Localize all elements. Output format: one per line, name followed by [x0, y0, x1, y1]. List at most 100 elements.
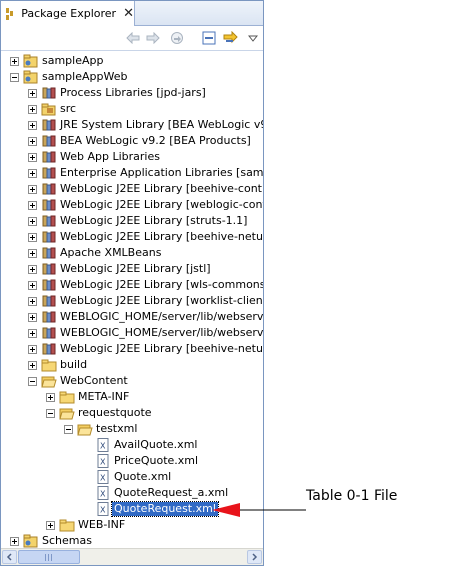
tree-item[interactable]: Process Libraries [jpd-jars] [1, 85, 263, 101]
collapse-icon[interactable] [46, 409, 55, 418]
xml-file-icon: X [95, 470, 111, 484]
callout-arrow [212, 503, 306, 517]
forward-icon[interactable] [145, 30, 161, 46]
collapse-icon[interactable] [64, 425, 73, 434]
expand-icon[interactable] [28, 297, 37, 306]
tree-item[interactable]: META-INF [1, 389, 263, 405]
tab-package-explorer[interactable]: Package Explorer ✕ [1, 1, 135, 26]
tree-item[interactable]: Schemas [1, 533, 263, 549]
tree-item[interactable]: WebLogic J2EE Library [jstl] [1, 261, 263, 277]
tree-item[interactable]: Apache XMLBeans [1, 245, 263, 261]
library-icon [41, 278, 57, 292]
tree-item[interactable]: WebLogic J2EE Library [weblogic-controls [1, 197, 263, 213]
expand-icon[interactable] [46, 393, 55, 402]
collapse-all-icon[interactable] [201, 30, 217, 46]
expand-icon[interactable] [46, 521, 55, 530]
tree-item-label: WebLogic J2EE Library [wls-commonslogg [60, 278, 264, 291]
expand-icon[interactable] [28, 361, 37, 370]
link-with-editor-icon[interactable] [223, 30, 239, 46]
horizontal-scrollbar[interactable] [1, 548, 263, 565]
tree-item[interactable]: WebLogic J2EE Library [beehive-netui-1.0 [1, 229, 263, 245]
expand-icon[interactable] [28, 281, 37, 290]
tree-item-label: META-INF [78, 390, 130, 403]
close-icon[interactable]: ✕ [123, 7, 134, 20]
tree-item-label: BEA WebLogic v9.2 [BEA Products] [60, 134, 251, 147]
library-icon [41, 198, 57, 212]
tree-item[interactable]: sampleApp [1, 53, 263, 69]
library-icon [41, 246, 57, 260]
tree-item[interactable]: testxml [1, 421, 263, 437]
library-icon [41, 214, 57, 228]
scroll-thumb[interactable] [18, 550, 80, 564]
tree-item[interactable]: WEBLOGIC_HOME/server/lib/webservices [1, 325, 263, 341]
tree-item[interactable]: Web App Libraries [1, 149, 263, 165]
tree-item[interactable]: Enterprise Application Libraries [sample… [1, 165, 263, 181]
tree-item[interactable]: X QuoteRequest_a.xml [1, 485, 263, 501]
tree-item[interactable]: WebLogic J2EE Library [beehive-controls- [1, 181, 263, 197]
collapse-icon[interactable] [10, 73, 19, 82]
expand-icon[interactable] [28, 217, 37, 226]
expand-icon[interactable] [28, 345, 37, 354]
scroll-right-icon[interactable] [247, 550, 262, 564]
tree-item-label: JRE System Library [BEA WebLogic v9.2 J [60, 118, 264, 131]
collapse-icon[interactable] [28, 377, 37, 386]
expand-icon[interactable] [28, 313, 37, 322]
back-icon[interactable] [125, 30, 141, 46]
svg-text:X: X [100, 458, 106, 467]
tree-item[interactable]: JRE System Library [BEA WebLogic v9.2 J [1, 117, 263, 133]
tree-item-label: Process Libraries [jpd-jars] [60, 86, 206, 99]
expand-icon[interactable] [28, 121, 37, 130]
project-icon [23, 54, 39, 68]
tree-item[interactable]: X Quote.xml [1, 469, 263, 485]
tree-item[interactable]: X PriceQuote.xml [1, 453, 263, 469]
expand-icon[interactable] [28, 249, 37, 258]
view-toolbar [1, 26, 263, 51]
tree-item-label: build [60, 358, 88, 371]
svg-text:X: X [100, 490, 106, 499]
expand-icon[interactable] [28, 153, 37, 162]
expand-icon[interactable] [28, 233, 37, 242]
expand-icon[interactable] [28, 105, 37, 114]
tree-item[interactable]: WebLogic J2EE Library [wls-commonslogg [1, 277, 263, 293]
expand-icon[interactable] [28, 89, 37, 98]
tree-item[interactable]: build [1, 357, 263, 373]
tree-item-label: Web App Libraries [60, 150, 160, 163]
tree-item-label: WEBLOGIC_HOME/server/lib/webservices [60, 326, 264, 339]
view-menu-icon[interactable] [245, 30, 261, 46]
project-tree: sampleApp sampleAppWeb Process Libraries [… [1, 53, 263, 548]
tree-item[interactable]: BEA WebLogic v9.2 [BEA Products] [1, 133, 263, 149]
project-icon [23, 534, 39, 548]
library-icon [41, 166, 57, 180]
tree-item[interactable]: WebContent [1, 373, 263, 389]
tree-item-label: WebLogic J2EE Library [weblogic-controls [60, 198, 264, 211]
tree-item[interactable]: src [1, 101, 263, 117]
scroll-left-icon[interactable] [2, 550, 17, 564]
tree-item-label: Schemas [42, 534, 92, 547]
xml-file-icon: X [95, 438, 111, 452]
tree-item-label: WEB-INF [78, 518, 126, 531]
tree-item-label: Apache XMLBeans [60, 246, 162, 259]
tree-item[interactable]: WEBLOGIC_HOME/server/lib/webservices [1, 309, 263, 325]
tree-item[interactable]: sampleAppWeb [1, 69, 263, 85]
tree-item-label: QuoteRequest.xml [111, 501, 219, 517]
expand-icon[interactable] [10, 57, 19, 66]
tree-item-label: requestquote [78, 406, 152, 419]
tree-item[interactable]: requestquote [1, 405, 263, 421]
tree-item-label: WebContent [60, 374, 128, 387]
tree-item-label: PriceQuote.xml [114, 454, 199, 467]
go-into-icon[interactable] [169, 30, 185, 46]
expand-icon[interactable] [28, 329, 37, 338]
tree-item-label: sampleAppWeb [42, 70, 128, 83]
tree-item[interactable]: X AvailQuote.xml [1, 437, 263, 453]
tree-item[interactable]: WebLogic J2EE Library [worklist-client] [1, 293, 263, 309]
tree-item[interactable]: WebLogic J2EE Library [struts-1.1] [1, 213, 263, 229]
expand-icon[interactable] [28, 265, 37, 274]
tree-item-label: WebLogic J2EE Library [jstl] [60, 262, 211, 275]
expand-icon[interactable] [28, 185, 37, 194]
expand-icon[interactable] [28, 201, 37, 210]
library-icon [41, 86, 57, 100]
expand-icon[interactable] [28, 169, 37, 178]
tree-item[interactable]: WebLogic J2EE Library [beehive-netui-res [1, 341, 263, 357]
expand-icon[interactable] [10, 537, 19, 546]
expand-icon[interactable] [28, 137, 37, 146]
